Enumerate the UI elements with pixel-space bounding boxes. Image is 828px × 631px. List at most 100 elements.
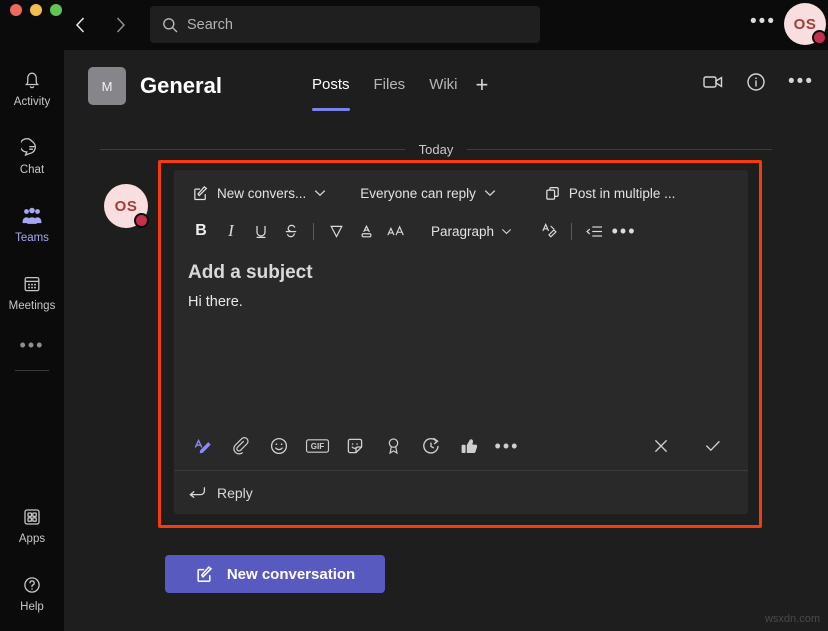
sidebar-item-help[interactable]: Help — [0, 561, 64, 623]
sidebar-item-activity[interactable]: Activity — [0, 56, 64, 118]
tab-posts[interactable]: Posts — [300, 76, 362, 111]
title-bar: Search ••• OS — [0, 0, 828, 50]
window-controls — [10, 4, 62, 16]
info-circle-icon[interactable] — [746, 72, 766, 92]
paperclip-icon[interactable] — [222, 430, 260, 462]
chevron-down-icon — [314, 189, 326, 197]
chevron-down-icon — [484, 189, 496, 197]
chevron-down-icon — [501, 228, 512, 235]
app-rail: Activity Chat Teams — [0, 50, 64, 631]
search-icon — [162, 17, 178, 33]
strikethrough-button[interactable] — [276, 216, 306, 246]
tab-active-indicator — [312, 108, 350, 111]
message-body-input[interactable]: Hi there. — [188, 294, 243, 310]
rail-more-button[interactable]: ••• — [0, 326, 64, 364]
toolbar-divider — [571, 223, 572, 240]
clear-formatting-button[interactable] — [534, 216, 564, 246]
channel-tabs: Posts Files Wiki + — [300, 76, 488, 111]
sidebar-item-label: Chat — [20, 164, 44, 176]
page-title: General — [140, 73, 222, 99]
tab-label: Files — [374, 76, 406, 93]
reply-permissions-label: Everyone can reply — [360, 186, 476, 201]
format-pen-icon[interactable] — [184, 430, 222, 462]
grid-apps-icon — [21, 504, 43, 530]
sidebar-item-teams[interactable]: Teams — [0, 192, 64, 254]
add-tab-button[interactable]: + — [476, 76, 489, 111]
formatting-more-button[interactable]: ••• — [609, 216, 639, 246]
bold-button[interactable]: B — [186, 216, 216, 246]
search-input[interactable]: Search — [150, 6, 540, 43]
underline-button[interactable] — [246, 216, 276, 246]
new-conversation-dropdown[interactable]: New convers... — [186, 178, 332, 208]
maximize-window-button[interactable] — [50, 4, 62, 16]
chat-bubble-icon — [21, 135, 43, 161]
rail-bottom-group: Apps Help — [0, 487, 64, 623]
compose-actions-row: GIF — [174, 426, 748, 466]
new-conversation-button[interactable]: New conversation — [165, 555, 385, 593]
sidebar-item-label: Meetings — [9, 300, 56, 312]
post-in-multiple-channels-button[interactable]: Post in multiple ... — [538, 178, 682, 208]
divider-line-right — [467, 149, 772, 150]
date-divider: Today — [100, 142, 772, 157]
new-conversation-button-label: New conversation — [227, 566, 355, 583]
titlebar-more-button[interactable]: ••• — [750, 12, 776, 32]
paragraph-style-label: Paragraph — [431, 224, 494, 239]
tab-wiki[interactable]: Wiki — [417, 76, 469, 111]
compose-confirm-group — [642, 430, 738, 462]
subject-input[interactable]: Add a subject — [188, 262, 313, 284]
compose-options-row: New convers... Everyone can reply — [174, 170, 748, 216]
minimize-window-button[interactable] — [30, 4, 42, 16]
decrease-indent-button[interactable] — [579, 216, 609, 246]
sidebar-item-meetings[interactable]: Meetings — [0, 260, 64, 322]
reply-label: Reply — [217, 485, 253, 501]
user-avatar[interactable]: OS — [784, 3, 826, 45]
compose-actions-more-button[interactable]: ••• — [488, 430, 526, 462]
italic-button[interactable]: I — [216, 216, 246, 246]
calendar-icon — [21, 271, 43, 297]
sidebar-item-apps[interactable]: Apps — [0, 493, 64, 555]
sidebar-item-label: Activity — [14, 96, 50, 108]
sticker-icon[interactable] — [336, 430, 374, 462]
date-divider-label: Today — [419, 142, 454, 157]
status-badge — [134, 213, 149, 228]
question-circle-icon — [21, 572, 43, 598]
watermark: wsxdn.com — [765, 613, 820, 625]
thumbs-up-icon[interactable] — [450, 430, 488, 462]
gif-icon[interactable]: GIF — [298, 430, 336, 462]
channel-more-button[interactable]: ••• — [788, 73, 814, 91]
team-avatar[interactable]: M — [88, 67, 126, 105]
formatting-toolbar: B I — [174, 212, 748, 250]
channel-header-actions: ••• — [702, 72, 814, 92]
tab-label: Wiki — [429, 76, 457, 93]
rail-divider — [15, 370, 49, 371]
back-button[interactable] — [64, 9, 96, 41]
teams-app-window: Search ••• OS Activity — [0, 0, 828, 631]
highlight-button[interactable] — [321, 216, 351, 246]
forward-button[interactable] — [104, 9, 136, 41]
reply-arrow-icon — [188, 485, 206, 500]
post-in-multiple-channels-label: Post in multiple ... — [569, 186, 676, 201]
smiley-icon[interactable] — [260, 430, 298, 462]
close-window-button[interactable] — [10, 4, 22, 16]
message-compose-box[interactable]: New convers... Everyone can reply — [174, 170, 748, 514]
search-placeholder: Search — [187, 17, 233, 33]
close-x-icon[interactable] — [642, 430, 680, 462]
channel-header: M General Posts Files Wiki + — [64, 50, 828, 122]
clock-arrow-icon[interactable] — [412, 430, 450, 462]
award-ribbon-icon[interactable] — [374, 430, 412, 462]
sidebar-item-label: Teams — [15, 232, 49, 244]
video-camera-icon[interactable] — [702, 73, 724, 91]
paragraph-style-dropdown[interactable]: Paragraph — [425, 217, 518, 245]
tab-label: Posts — [312, 76, 350, 93]
reply-bar[interactable]: Reply — [174, 470, 748, 514]
status-badge — [812, 30, 827, 45]
sidebar-item-chat[interactable]: Chat — [0, 124, 64, 186]
font-color-button[interactable] — [351, 216, 381, 246]
tab-files[interactable]: Files — [362, 76, 418, 111]
avatar: OS — [104, 184, 148, 228]
reply-permissions-dropdown[interactable]: Everyone can reply — [354, 178, 502, 208]
font-size-button[interactable] — [381, 216, 411, 246]
checkmark-icon[interactable] — [694, 430, 732, 462]
compose-pencil-icon — [195, 565, 214, 584]
new-conversation-dropdown-label: New convers... — [217, 186, 306, 201]
